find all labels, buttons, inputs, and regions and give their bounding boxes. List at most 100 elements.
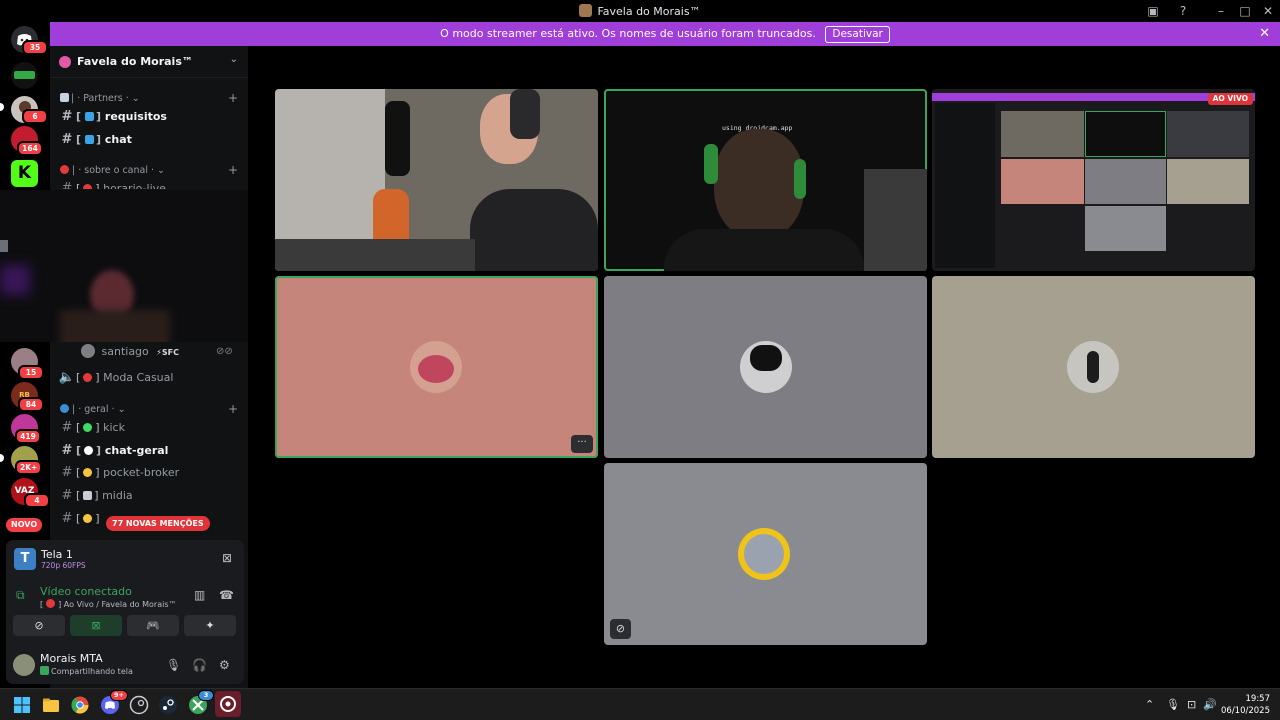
chrome-icon[interactable]	[70, 695, 90, 715]
category-partners[interactable]: | · Partners · ⌄ +	[60, 91, 238, 105]
windows-start-icon[interactable]	[12, 695, 32, 715]
diamond-icon	[85, 135, 95, 144]
add-channel-icon[interactable]: +	[228, 163, 238, 177]
activities-button[interactable]: 🎮	[127, 615, 179, 636]
channel-chat-geral[interactable]: #[] chat-geral	[58, 441, 240, 461]
screen-share-tile[interactable]: AO VIVO	[932, 89, 1255, 271]
new-mentions-button[interactable]: 77 NOVAS MENÇÕES	[106, 516, 210, 531]
tray-mic-icon[interactable]: 🎙	[1166, 698, 1180, 711]
user-status: Compartilhando tela	[40, 666, 133, 676]
voice-user-santiago[interactable]: santiago ⚡SFC ⊘⊘	[78, 342, 260, 362]
steam-dark-icon[interactable]	[129, 695, 149, 715]
category-geral[interactable]: | · geral · ⌄ +	[60, 402, 238, 416]
live-badge: AO VIVO	[1207, 93, 1253, 105]
tray-chevron-icon[interactable]: ⌃	[1145, 698, 1154, 711]
obs-icon[interactable]	[215, 691, 241, 717]
unread-pill	[0, 103, 4, 111]
voice-status[interactable]: Vídeo conectado	[40, 585, 132, 598]
clock[interactable]: 19:57 06/10/2025	[1221, 693, 1270, 717]
help-icon[interactable]: ?	[1175, 3, 1191, 19]
add-channel-icon[interactable]: +	[228, 91, 238, 105]
text-channel-icon: #	[61, 109, 73, 124]
tray-network-icon[interactable]: ⊡	[1187, 698, 1196, 711]
screen-share-button[interactable]: ⊠	[70, 615, 122, 636]
settings-gear-icon[interactable]: ⚙	[219, 658, 230, 672]
kick-server-icon[interactable]: K	[11, 160, 38, 187]
more-options-button[interactable]: ···	[571, 435, 593, 453]
tray-volume-icon[interactable]: 🔊	[1203, 698, 1217, 711]
server-icon-crew[interactable]	[11, 62, 38, 89]
participant-tile-2[interactable]	[604, 276, 927, 458]
channel-pocket-broker[interactable]: #[] pocket-broker	[58, 463, 240, 483]
title-bar: Favela do Morais™ ▣ ? – □ ✕	[0, 0, 1280, 22]
server-badge-7: 4	[24, 493, 50, 508]
participant-tile-4[interactable]: ⊘	[604, 463, 927, 645]
file-explorer-icon[interactable]	[41, 695, 61, 715]
participant-avatar	[410, 341, 462, 393]
steam-icon[interactable]	[158, 695, 178, 715]
maximize-icon[interactable]: □	[1237, 3, 1253, 19]
disable-streamer-button[interactable]: Desativar	[825, 25, 890, 43]
discord-taskbar-icon[interactable]: 9+	[100, 690, 128, 715]
user-name[interactable]: Morais MTA	[40, 652, 103, 665]
headphones-icon[interactable]: 🎧	[192, 658, 207, 672]
banner-close-icon[interactable]: ✕	[1259, 22, 1270, 46]
media-icon	[83, 491, 93, 500]
participant-tile-1[interactable]: ···	[275, 276, 598, 458]
channel-chat[interactable]: #[] chat	[58, 130, 240, 150]
microphone-icon[interactable]: 🎙	[166, 658, 181, 672]
user-area: Morais MTA Compartilhando tela 🎙 🎧 ⚙	[6, 648, 244, 684]
server-badge-6: 2K+	[15, 460, 43, 475]
close-window-icon[interactable]: ✕	[1260, 3, 1276, 19]
disconnect-icon[interactable]: ☎	[219, 588, 234, 602]
muted-icon: ⊘⊘	[216, 346, 233, 357]
server-badge-3: 15	[18, 365, 44, 380]
channel-requisitos[interactable]: #[] requisitos	[58, 107, 240, 127]
server-badge-5: 419	[15, 429, 41, 444]
video-tile-droidcam[interactable]: using droidcam.app	[604, 89, 927, 271]
server-icon	[579, 4, 593, 17]
inbox-icon[interactable]: ▣	[1145, 3, 1161, 19]
server-name: Favela do Morais™	[77, 55, 193, 68]
xbox-icon[interactable]: 3	[188, 690, 214, 715]
channel-midia[interactable]: #[] midia	[58, 486, 240, 506]
text-channel-icon: #	[61, 488, 73, 503]
minimize-icon[interactable]: –	[1213, 3, 1229, 19]
noise-suppression-icon[interactable]: ▥	[194, 588, 205, 602]
server-flower-icon	[59, 56, 71, 68]
participant-avatar	[738, 528, 790, 580]
camera-off-button[interactable]: ⊘	[13, 615, 65, 636]
window-title: Favela do Morais™	[0, 4, 1280, 18]
channel-kick[interactable]: #[] kick	[58, 418, 240, 438]
category-sobre[interactable]: | · sobre o canal · ⌄ +	[60, 163, 238, 177]
muted-camera-icon[interactable]: ⊘	[610, 619, 631, 639]
voice-location[interactable]: [] Ao Vivo / Favela do Morais™	[40, 599, 176, 609]
channel-horario[interactable]: #[] horario-live	[58, 179, 240, 189]
unread-pill-2	[0, 454, 4, 462]
diamond-icon	[85, 112, 95, 121]
streamer-mode-banner: O modo streamer está ativo. Os nomes de …	[50, 22, 1280, 46]
green-dot-icon	[83, 423, 93, 432]
user-avatar[interactable]	[13, 654, 35, 676]
add-channel-icon[interactable]: +	[228, 402, 238, 416]
discord-badge: 9+	[110, 690, 128, 701]
stream-title: Tela 1	[41, 548, 73, 561]
server-header[interactable]: Favela do Morais™ ⌄	[50, 46, 248, 78]
stop-stream-icon[interactable]: ⊠	[222, 551, 232, 565]
participant-avatar	[1067, 341, 1119, 393]
pip-camera-video[interactable]	[0, 190, 248, 342]
banner-message: O modo streamer está ativo. Os nomes de …	[440, 27, 816, 40]
home-badge: 35	[22, 40, 48, 55]
stream-preview-row[interactable]: T Tela 1 720p 60FPS ⊠	[6, 540, 244, 574]
text-channel-icon: #	[61, 443, 73, 458]
chevron-down-icon[interactable]: ⌄	[230, 54, 238, 65]
screen-share-icon: T	[14, 548, 36, 570]
emoji-icon	[83, 514, 93, 523]
new-unreads-pill[interactable]: NOVO	[6, 518, 43, 532]
soundboard-button[interactable]: ✦	[184, 615, 236, 636]
speech-bubble-icon	[84, 446, 94, 455]
video-tile-streamer[interactable]	[275, 89, 598, 271]
voice-panel: T Tela 1 720p 60FPS ⊠ ⧉ Vídeo conectado …	[6, 540, 244, 684]
participant-tile-3[interactable]	[932, 276, 1255, 458]
voice-channel-moda[interactable]: 🔈[] Moda Casual	[58, 368, 240, 388]
